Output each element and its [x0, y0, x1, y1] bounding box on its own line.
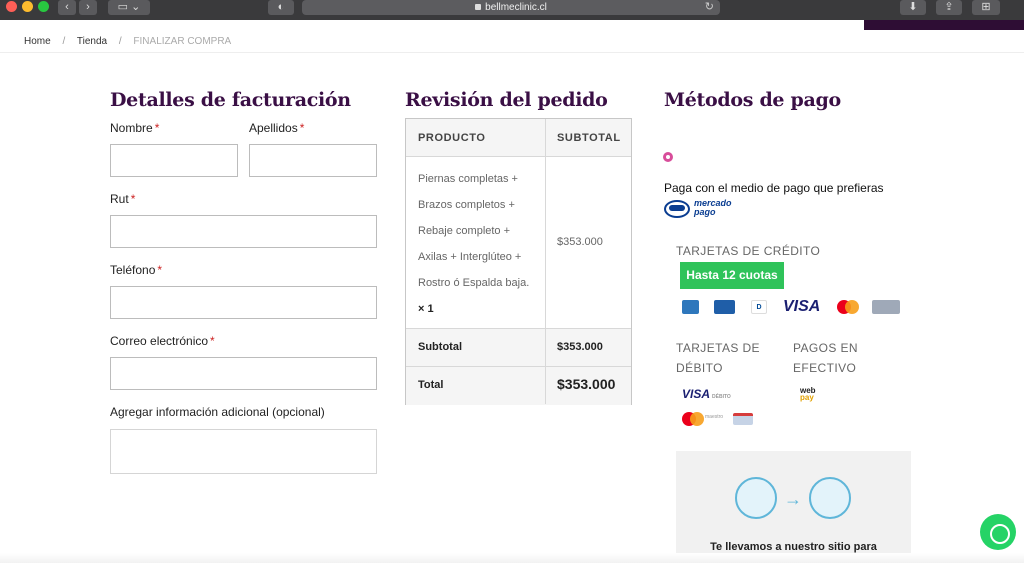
- zoom-window-button[interactable]: [38, 1, 49, 12]
- credit-cards-title: TARJETAS DE CRÉDITO: [676, 244, 821, 258]
- breadcrumb: Home / Tienda / FINALIZAR COMPRA: [24, 36, 240, 47]
- product-description: Piernas completas + Brazos completos + R…: [418, 166, 538, 322]
- rut-field[interactable]: [110, 215, 377, 248]
- divider: [0, 52, 1024, 53]
- installments-badge: Hasta 12 cuotas: [680, 262, 784, 289]
- handshake-icon: [809, 477, 851, 519]
- billing-title: Detalles de facturación: [110, 89, 351, 111]
- last-name-label: Apellidos *: [249, 121, 305, 135]
- diners-icon: [714, 300, 735, 314]
- maestro-label: maestro: [705, 414, 724, 420]
- bottom-shadow: [0, 553, 1024, 563]
- payment-method-radio[interactable]: [663, 152, 673, 162]
- order-title: Revisión del pedido: [405, 89, 608, 111]
- breadcrumb-current: FINALIZAR COMPRA: [133, 36, 232, 47]
- product-line: Rostro ó Espalda baja.: [418, 277, 530, 289]
- forward-icon[interactable]: ›: [79, 0, 97, 15]
- browser-toolbar: ‹ › ▭ ⌄ ◐ bellmeclinic.cl ↻ ⬇ ⇪ ⊞: [0, 0, 1024, 20]
- reload-icon[interactable]: ↻: [705, 0, 714, 15]
- col-product-header: PRODUCTO: [418, 132, 486, 144]
- order-table: PRODUCTO SUBTOTAL Piernas completas + Br…: [405, 118, 632, 405]
- product-line: Piernas completas +: [418, 173, 518, 185]
- product-line-total: $353.000: [557, 236, 603, 248]
- total-label: Total: [418, 379, 444, 391]
- debit-cards-title: TARJETAS DE DÉBITO: [676, 341, 760, 375]
- breadcrumb-separator: /: [118, 36, 122, 47]
- phone-field[interactable]: [110, 286, 377, 319]
- redcompra-icon: [733, 413, 753, 425]
- minimize-window-button[interactable]: [22, 1, 33, 12]
- column-divider: [545, 119, 546, 404]
- amex-icon: [682, 300, 699, 314]
- last-name-field[interactable]: [249, 144, 377, 177]
- payment-method-label[interactable]: Paga con el medio de pago que prefieras: [664, 181, 884, 195]
- visa-debit-icon: VISA DÉBITO: [682, 387, 731, 401]
- site-header-bar: [864, 20, 1024, 30]
- product-line: Rebaje completo +: [418, 225, 511, 237]
- shield-icon[interactable]: ◐: [268, 0, 294, 15]
- subtotal-label: Subtotal: [418, 341, 462, 353]
- back-icon[interactable]: ‹: [58, 0, 76, 15]
- sidebar-icon[interactable]: ▭ ⌄: [108, 0, 150, 15]
- email-label: Correo electrónico *: [110, 334, 215, 348]
- product-line: Axilas + Interglúteo +: [418, 251, 522, 263]
- tab-overview-icon[interactable]: ⊞: [972, 0, 1000, 15]
- mastercard-icon: [837, 300, 859, 314]
- card-terminal-icon: [735, 477, 777, 519]
- url-text: bellmeclinic.cl: [485, 2, 547, 13]
- col-subtotal-header: SUBTOTAL: [557, 132, 621, 144]
- address-bar[interactable]: bellmeclinic.cl ↻: [302, 0, 720, 15]
- subtotal-value: $353.000: [557, 341, 603, 353]
- phone-label: Teléfono *: [110, 263, 163, 277]
- handshake-icon: [669, 205, 685, 211]
- diners-club-icon: D: [751, 300, 767, 314]
- share-icon[interactable]: ⇪: [936, 0, 962, 15]
- notes-textarea[interactable]: [110, 429, 377, 474]
- close-window-button[interactable]: [6, 1, 17, 12]
- payment-title: Métodos de pago: [664, 89, 841, 111]
- magna-icon: [872, 300, 900, 314]
- product-quantity: × 1: [418, 303, 434, 315]
- maestro-icon: [682, 412, 704, 426]
- cash-payments-title: PAGOS EN EFECTIVO: [793, 341, 858, 375]
- mercado-pago-logo: mercado pago: [664, 199, 740, 219]
- product-line: Brazos completos +: [418, 199, 515, 211]
- arrow-right-icon: →: [784, 489, 802, 509]
- email-field[interactable]: [110, 357, 377, 390]
- total-value: $353.000: [557, 376, 616, 392]
- rut-label: Rut *: [110, 192, 136, 206]
- breadcrumb-home[interactable]: Home: [24, 36, 51, 47]
- breadcrumb-separator: /: [62, 36, 66, 47]
- visa-icon: VISA: [783, 298, 821, 315]
- whatsapp-icon[interactable]: [980, 514, 1016, 550]
- breadcrumb-shop[interactable]: Tienda: [77, 36, 107, 47]
- download-icon[interactable]: ⬇: [900, 0, 926, 15]
- lock-icon: [475, 4, 482, 10]
- notes-label: Agregar información adicional (opcional): [110, 405, 325, 419]
- webpay-icon: web pay: [800, 386, 816, 402]
- redirect-text: Te llevamos a nuestro sitio para: [710, 541, 877, 553]
- first-name-label: Nombre *: [110, 121, 160, 135]
- first-name-field[interactable]: [110, 144, 238, 177]
